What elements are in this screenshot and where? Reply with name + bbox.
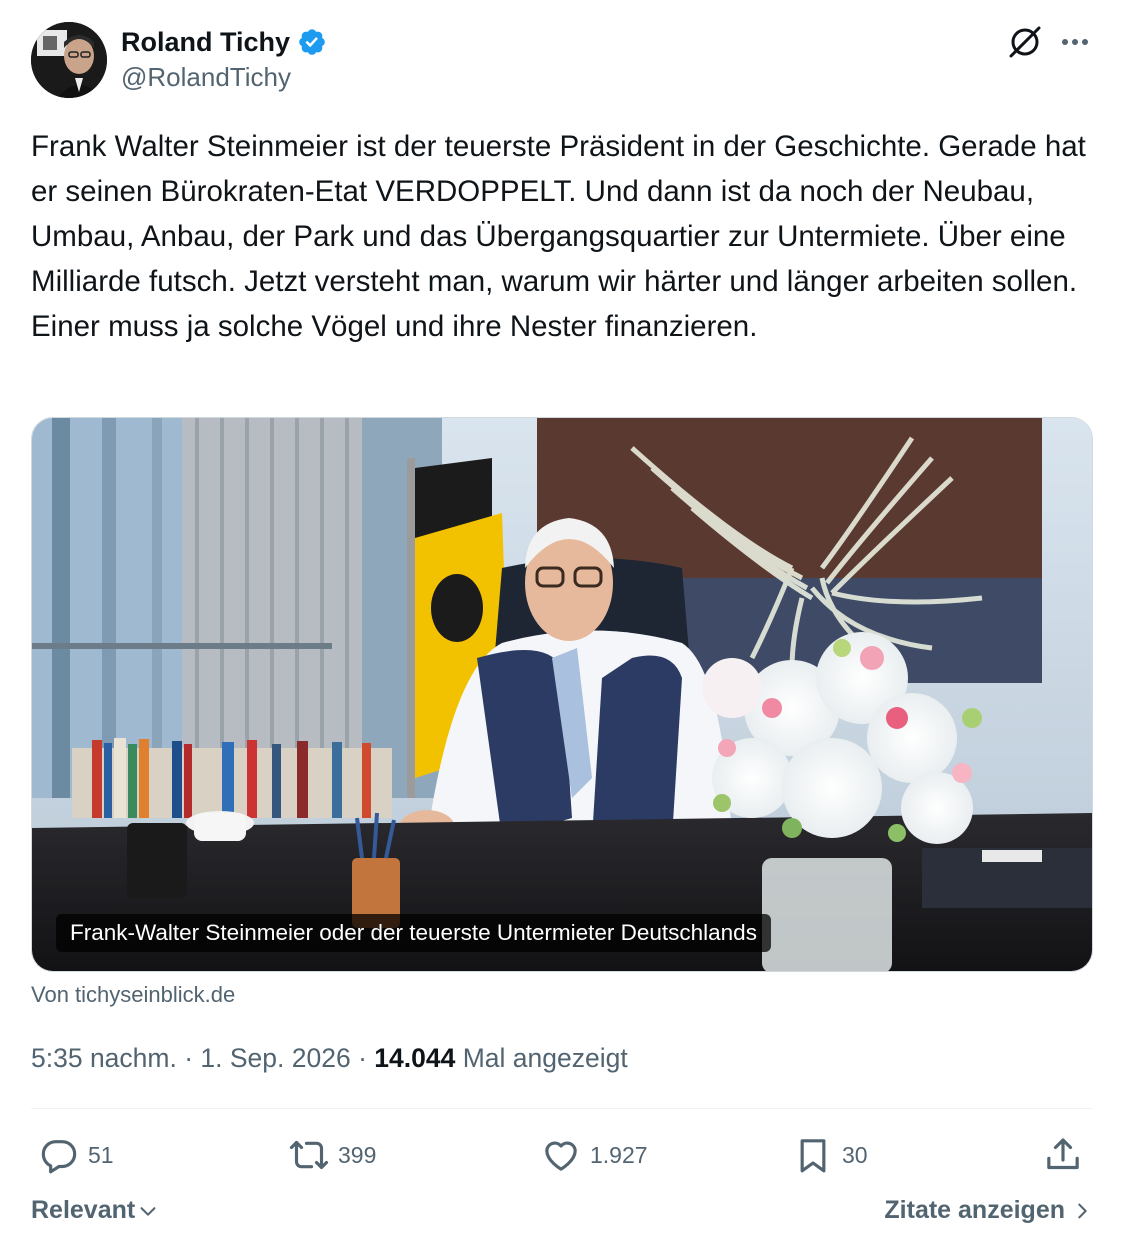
chevron-down-icon xyxy=(140,1206,156,1216)
tweet-date[interactable]: 1. Sep. 2026 xyxy=(200,1043,350,1073)
author-handle[interactable]: @RolandTichy xyxy=(121,62,327,93)
reply-icon xyxy=(41,1140,77,1174)
meta-separator: · xyxy=(176,1043,201,1073)
author-display-name[interactable]: Roland Tichy xyxy=(121,27,290,58)
sort-dropdown[interactable]: Relevant xyxy=(31,1196,159,1225)
article-photo xyxy=(32,418,1092,971)
sort-label: Relevant xyxy=(31,1196,136,1224)
view-quotes-link[interactable]: Zitate anzeigen xyxy=(884,1196,1093,1225)
author-avatar[interactable] xyxy=(31,22,107,98)
repost-count: 399 xyxy=(338,1141,377,1168)
repost-button[interactable]: 399 xyxy=(289,1130,376,1180)
bookmark-icon xyxy=(800,1139,826,1173)
card-caption: Frank-Walter Steinmeier oder der teuerst… xyxy=(56,914,771,952)
more-icon[interactable] xyxy=(1057,28,1093,56)
verified-badge-icon xyxy=(299,29,325,55)
bookmark-button[interactable]: 30 xyxy=(793,1130,868,1180)
action-bar: 51 399 1.927 30 xyxy=(31,1130,1093,1180)
tweet-text: Frank Walter Steinmeier ist der teuerste… xyxy=(31,130,1086,343)
tweet-meta: 5:35 nachm. · 1. Sep. 2026 · 14.044 Mal … xyxy=(31,1043,628,1074)
card-source[interactable]: Von tichyseinblick.de xyxy=(31,982,235,1008)
like-icon xyxy=(545,1141,577,1171)
tweet-time[interactable]: 5:35 nachm. xyxy=(31,1043,177,1073)
repost-icon xyxy=(289,1140,329,1170)
link-card-image[interactable]: Frank-Walter Steinmeier oder der teuerst… xyxy=(31,417,1093,972)
author-name-block: Roland Tichy @RolandTichy xyxy=(121,26,327,93)
grok-icon[interactable] xyxy=(1007,24,1043,60)
tweet-header: Roland Tichy @RolandTichy xyxy=(31,22,1093,100)
reply-count: 51 xyxy=(88,1141,114,1168)
meta-separator: · xyxy=(350,1043,375,1073)
reply-footer: Relevant Zitate anzeigen xyxy=(31,1196,1093,1232)
quotes-label: Zitate anzeigen xyxy=(884,1196,1065,1224)
divider xyxy=(31,1108,1093,1109)
chevron-right-icon xyxy=(1078,1203,1087,1218)
share-icon xyxy=(1047,1138,1079,1170)
bookmark-count: 30 xyxy=(842,1141,868,1168)
views-count: 14.044 xyxy=(374,1043,456,1073)
like-button[interactable]: 1.927 xyxy=(541,1130,648,1180)
views-label: Mal angezeigt xyxy=(455,1043,628,1073)
reply-button[interactable]: 51 xyxy=(39,1130,114,1180)
like-count: 1.927 xyxy=(590,1141,648,1168)
share-button[interactable] xyxy=(1043,1130,1083,1180)
